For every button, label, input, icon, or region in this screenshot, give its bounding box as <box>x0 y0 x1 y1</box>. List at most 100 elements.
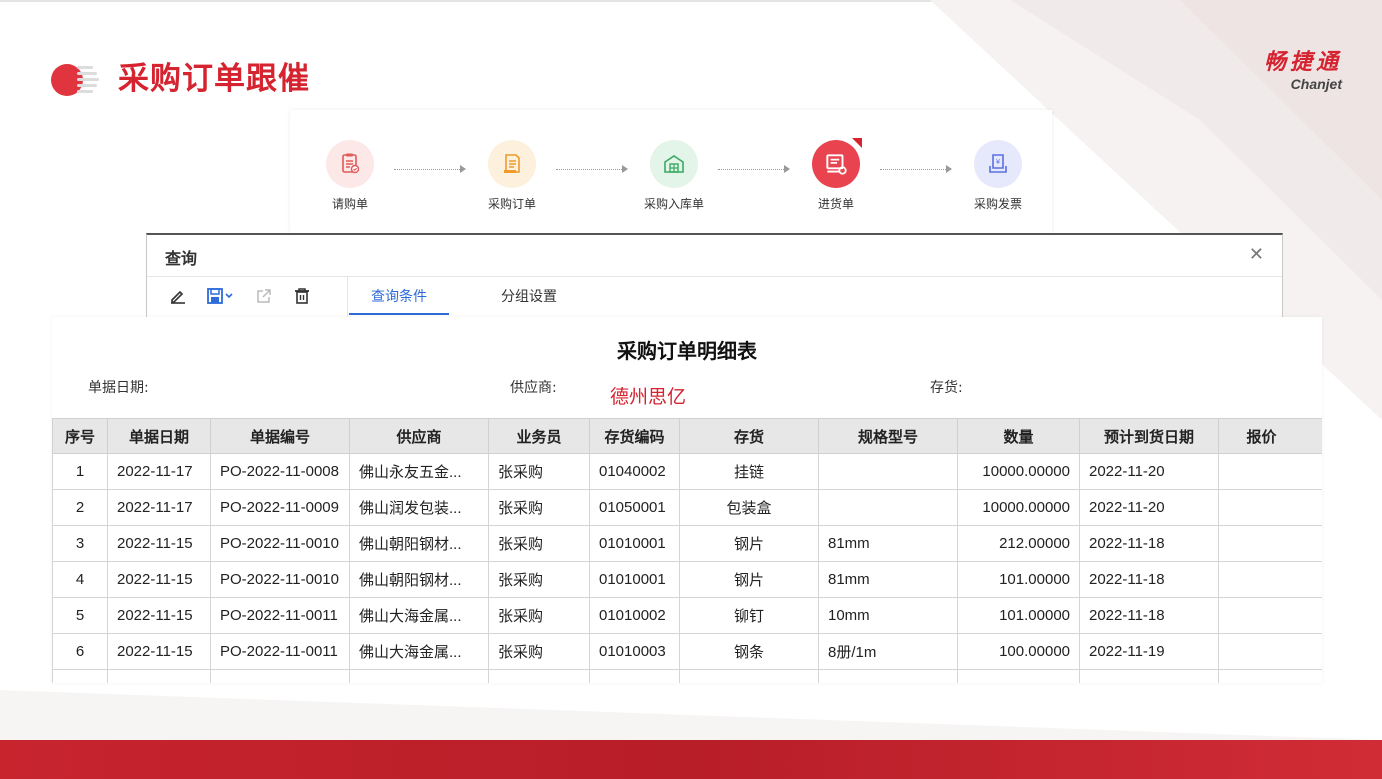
cell-stock-link[interactable]: 钢条 <box>679 633 819 670</box>
cell-salesperson: 张采购 <box>488 453 590 490</box>
flow-step-label: 采购发票 <box>973 197 1022 211</box>
cell-stock-link[interactable]: 包装盒 <box>679 489 819 526</box>
page-title: 采购订单跟催 <box>118 61 310 97</box>
clipboard-check-icon <box>342 153 360 174</box>
svg-text:¥: ¥ <box>996 158 1001 166</box>
cell-stock-code: 01040002 <box>589 453 680 490</box>
warehouse-icon <box>664 155 684 173</box>
cell-date: 2022-11-17 <box>107 453 211 490</box>
query-dialog: 查询 ✕ 查询条件 分组设置 <box>146 233 1283 319</box>
flow-step-requisition[interactable]: 请购单 <box>300 140 400 212</box>
edit-icon[interactable] <box>167 285 189 307</box>
cell-quote <box>1218 525 1322 562</box>
cell-supplier: 佛山润发包装... <box>349 489 489 526</box>
cell-stock-link[interactable]: 铆钉 <box>679 597 819 634</box>
cell-salesperson: 张采购 <box>488 525 590 562</box>
column-header[interactable]: 存货编码 <box>589 418 680 454</box>
table-row[interactable]: 4 2022-11-15 PO-2022-11-0010 佛山朝阳钢材... 张… <box>52 561 1322 598</box>
cell-expected-date: 2022-11-20 <box>1079 489 1219 526</box>
cell-doc-number-link[interactable]: PO-2022-11-0008 <box>210 453 350 490</box>
cell-index: 6 <box>52 633 108 670</box>
cell-stock-code: 01010003 <box>589 633 680 670</box>
cell-salesperson: 张采购 <box>488 561 590 598</box>
column-header[interactable]: 数量 <box>957 418 1080 454</box>
cell-doc-number-link[interactable]: PO-2022-11-0009 <box>210 489 350 526</box>
flow-step-icon-bg <box>812 138 862 188</box>
cell-empty <box>818 669 958 683</box>
cell-doc-number-link[interactable]: PO-2022-11-0010 <box>210 525 350 562</box>
cell-salesperson: 张采购 <box>488 489 590 526</box>
table-row[interactable]: 1 2022-11-17 PO-2022-11-0008 佛山永友五金... 张… <box>52 453 1322 490</box>
flow-step-icon-bg <box>488 140 536 188</box>
cell-quantity: 101.00000 <box>957 597 1080 634</box>
cell-supplier: 佛山朝阳钢材... <box>349 525 489 562</box>
cell-quantity: 101.00000 <box>957 561 1080 598</box>
report-title: 采购订单明细表 <box>617 339 757 363</box>
delete-icon[interactable] <box>291 285 313 307</box>
column-header[interactable]: 报价 <box>1218 418 1322 454</box>
cell-stock-link[interactable]: 钢片 <box>679 525 819 562</box>
cell-empty <box>488 669 590 683</box>
cell-stock-link[interactable]: 钢片 <box>679 561 819 598</box>
cell-stock-code: 01010001 <box>589 525 680 562</box>
tab-group-settings[interactable]: 分组设置 <box>501 287 557 315</box>
cell-quantity: 212.00000 <box>957 525 1080 562</box>
query-toolbar <box>167 285 313 307</box>
flow-step-warehouse-receipt[interactable]: 采购入库单 <box>624 140 724 212</box>
export-icon[interactable] <box>253 285 275 307</box>
report-panel: 采购订单明细表 单据日期: 供应商: 德州思亿 存货: 序号 单据日期 单据编号… <box>52 317 1322 683</box>
column-header[interactable]: 单据编号 <box>210 418 350 454</box>
cell-empty <box>957 669 1080 683</box>
title-bullet-icon <box>51 64 99 96</box>
cell-index: 1 <box>52 453 108 490</box>
table-row[interactable]: 3 2022-11-15 PO-2022-11-0010 佛山朝阳钢材... 张… <box>52 525 1322 562</box>
cell-date: 2022-11-15 <box>107 633 211 670</box>
table-row[interactable]: 6 2022-11-15 PO-2022-11-0011 佛山大海金属... 张… <box>52 633 1322 670</box>
cell-expected-date: 2022-11-19 <box>1079 633 1219 670</box>
column-header[interactable]: 序号 <box>52 418 108 454</box>
save-dropdown-icon[interactable] <box>205 285 237 307</box>
cell-empty <box>210 669 350 683</box>
table-header-row: 序号 单据日期 单据编号 供应商 业务员 存货编码 存货 规格型号 数量 预计到… <box>52 418 1322 454</box>
close-icon[interactable]: ✕ <box>1249 244 1264 265</box>
brand-name-en: Chanjet <box>1290 76 1342 92</box>
cell-date: 2022-11-15 <box>107 597 211 634</box>
flow-step-label: 采购订单 <box>487 197 536 211</box>
active-flag-icon <box>852 138 862 148</box>
cell-salesperson: 张采购 <box>488 597 590 634</box>
flow-step-purchase-invoice[interactable]: ¥ 采购发票 <box>948 140 1048 212</box>
cell-stock-code: 01010001 <box>589 561 680 598</box>
column-header[interactable]: 规格型号 <box>818 418 958 454</box>
filter-stock-label: 存货: <box>930 380 963 396</box>
tab-query-conditions[interactable]: 查询条件 <box>349 287 449 315</box>
order-detail-table: 序号 单据日期 单据编号 供应商 业务员 存货编码 存货 规格型号 数量 预计到… <box>52 418 1322 683</box>
stock-in-icon <box>826 154 847 175</box>
flow-step-purchase-order[interactable]: 采购订单 <box>462 140 562 212</box>
cell-doc-number-link[interactable]: PO-2022-11-0011 <box>210 633 350 670</box>
column-header[interactable]: 存货 <box>679 418 819 454</box>
cell-spec <box>818 453 958 490</box>
cell-empty <box>1218 669 1322 683</box>
cell-index: 4 <box>52 561 108 598</box>
table-row[interactable]: 2 2022-11-17 PO-2022-11-0009 佛山润发包装... 张… <box>52 489 1322 526</box>
column-header[interactable]: 供应商 <box>349 418 489 454</box>
column-header[interactable]: 单据日期 <box>107 418 211 454</box>
flow-step-stock-in[interactable]: 进货单 <box>786 138 886 212</box>
cell-expected-date: 2022-11-18 <box>1079 525 1219 562</box>
cell-spec: 81mm <box>818 561 958 598</box>
table-row[interactable]: 5 2022-11-15 PO-2022-11-0011 佛山大海金属... 张… <box>52 597 1322 634</box>
column-header[interactable]: 业务员 <box>488 418 590 454</box>
cell-supplier: 佛山永友五金... <box>349 453 489 490</box>
cell-date: 2022-11-15 <box>107 561 211 598</box>
query-dialog-title: 查询 <box>165 249 198 268</box>
column-header[interactable]: 预计到货日期 <box>1079 418 1219 454</box>
cell-quote <box>1218 561 1322 598</box>
cell-spec: 10mm <box>818 597 958 634</box>
cell-date: 2022-11-17 <box>107 489 211 526</box>
cell-doc-number-link[interactable]: PO-2022-11-0010 <box>210 561 350 598</box>
cell-spec: 8册/1m <box>818 633 958 670</box>
flow-step-icon-bg <box>650 140 698 188</box>
cell-stock-link[interactable]: 挂链 <box>679 453 819 490</box>
cell-quote <box>1218 453 1322 490</box>
cell-doc-number-link[interactable]: PO-2022-11-0011 <box>210 597 350 634</box>
